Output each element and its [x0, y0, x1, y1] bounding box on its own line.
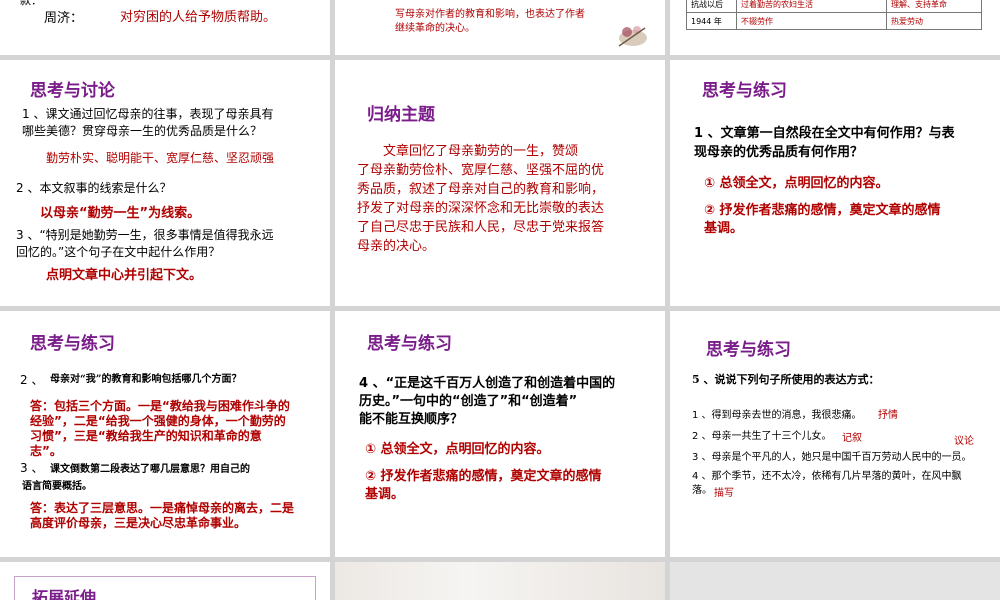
- answer-1: ① 总领全文，点明回忆的内容。: [365, 442, 550, 457]
- sentence-2-answer: 记叙: [842, 433, 862, 444]
- question-2-number: 2 、: [20, 373, 44, 387]
- table-row: 1944 年 不辍劳作 热爱劳动: [686, 12, 982, 30]
- slide-image-bottom: [335, 562, 665, 600]
- sentence-3: 3 、母亲是个平凡的人，她只是中国千百万劳动人民中的一员。: [692, 452, 972, 463]
- question-2: 2 、本文叙事的线索是什么？: [16, 181, 172, 195]
- sentence-1-answer: 抒情: [878, 410, 898, 421]
- slide-empty-bottom: [670, 562, 1000, 600]
- slide-practice-4: 思考与练习 5 、说说下列句子所使用的表达方式： 1 、得到母亲去世的消息，我很…: [670, 311, 1000, 557]
- slide-top-right: 抗战以后 过着勤苦的农妇生活 理解、支持革命 1944 年 不辍劳作 热爱劳动: [670, 0, 1000, 55]
- table-cell-event: 不辍劳作: [736, 12, 887, 30]
- decorative-flower-icon: [618, 26, 647, 47]
- table-cell-quality: 理解、支持革命: [886, 0, 982, 13]
- sentence-1: 1 、得到母亲去世的消息，我很悲痛。: [692, 410, 862, 421]
- sentence-3-answer: 议论: [954, 436, 974, 447]
- sentence-4-answer: 描写: [714, 488, 734, 499]
- sentence-4: 4 、那个季节，还不太冷，依稀有几片早落的黄叶，在风中飘 落。: [692, 471, 962, 496]
- answer-1: 勤劳朴实、聪明能干、宽厚仁慈、坚忍顽强: [46, 151, 275, 165]
- table-cell-period: 抗战以后: [686, 0, 737, 13]
- sentence-2: 2 、母亲一共生了十三个儿女。: [692, 431, 832, 442]
- slide-discussion: 思考与讨论 1 、课文通过回忆母亲的往事，表现了母亲具有 哪些美德？贯穿母亲一生…: [0, 60, 330, 306]
- slide-top-middle: 写母亲对作者的教育和影响，也表达了作者 继续革命的决心。: [335, 0, 665, 55]
- theme-body: 文章回忆了母亲勤劳的一生，赞颂 了母亲勤劳俭朴、宽厚仁慈、坚强不屈的优 秀品质，…: [357, 144, 605, 254]
- slide-heading: 思考与练习: [706, 340, 791, 360]
- slide-practice-3: 思考与练习 4 、“正是这千百万人创造了和创造着中国的 历史。”一句中的“创造了…: [335, 311, 665, 557]
- table-cell-quality: 热爱劳动: [886, 12, 982, 30]
- question-1: 1 、文章第一自然段在全文中有何作用？与表 现母亲的优秀品质有何作用？: [694, 126, 955, 160]
- question-3: 3 、“特别是她勤劳一生，很多事情是值得我永远 回忆的。”这个句子在文中起什么作…: [16, 228, 274, 259]
- table-row: 抗战以后 过着勤苦的农妇生活 理解、支持革命: [686, 0, 982, 13]
- slide-heading: 归纳主题: [367, 105, 435, 125]
- table-cell-period: 1944 年: [686, 12, 737, 30]
- zhouji-label: 周济：: [44, 11, 84, 26]
- slide-practice-1: 思考与练习 1 、文章第一自然段在全文中有何作用？与表 现母亲的优秀品质有何作用…: [670, 60, 1000, 306]
- slide-extend: 拓展延伸: [0, 562, 330, 600]
- question-4: 4 、“正是这千百万人创造了和创造着中国的 历史。”一句中的“创造了”和“创造着…: [359, 376, 616, 427]
- answer-2: ② 抒发作者悲痛的感情，奠定文章的感情 基调。: [365, 469, 602, 502]
- question-5: 5 、说说下列句子所使用的表达方式：: [692, 373, 880, 386]
- answer-2: 答：包括三个方面。一是“教给我与困难作斗争的 经验”，二是“给我一个强健的身体，…: [30, 399, 290, 458]
- answer-3: 答：表达了三层意思。一是痛悼母亲的离去，二是 高度评价母亲，三是决心尽忠革命事业…: [30, 501, 295, 530]
- slide-heading: 拓展延伸: [32, 588, 97, 600]
- slide-practice-2: 思考与练习 2 、 母亲对“我”的教育和影响包括哪几个方面？ 答：包括三个方面。…: [0, 311, 330, 557]
- slide-heading: 思考与讨论: [30, 81, 115, 101]
- zhouji-answer: 对穷困的人给予物质帮助。: [120, 10, 277, 25]
- slide-theme: 归纳主题 文章回忆了母亲勤劳的一生，赞颂 了母亲勤劳俭朴、宽厚仁慈、坚强不屈的优…: [335, 60, 665, 306]
- answer-3: 点明文章中心并引起下文。: [46, 268, 203, 283]
- slide-heading: 思考与练习: [702, 81, 787, 101]
- table-cell-event: 过着勤苦的农妇生活: [736, 0, 887, 13]
- answer-2: ② 抒发作者悲痛的感情，奠定文章的感情 基调。: [704, 203, 941, 236]
- question-1: 1 、课文通过回忆母亲的往事，表现了母亲具有 哪些美德？贯穿母亲一生的优秀品质是…: [22, 107, 274, 138]
- slide-heading: 思考与练习: [367, 334, 452, 354]
- question-3: 课文倒数第二段表达了哪几层意思？用自己的 语言简要概括。: [22, 464, 250, 492]
- slide-heading: 思考与练习: [30, 334, 115, 354]
- answer-1: ① 总领全文，点明回忆的内容。: [704, 176, 889, 191]
- partial-text-top: 款：: [20, 0, 42, 7]
- timeline-table: 抗战以后 过着勤苦的农妇生活 理解、支持革命 1944 年 不辍劳作 热爱劳动: [686, 0, 982, 30]
- answer-2: 以母亲“勤劳一生”为线索。: [40, 206, 201, 221]
- question-2: 母亲对“我”的教育和影响包括哪几个方面？: [50, 374, 242, 385]
- slide-top-left: 款： 周济： 对穷困的人给予物质帮助。: [0, 0, 330, 55]
